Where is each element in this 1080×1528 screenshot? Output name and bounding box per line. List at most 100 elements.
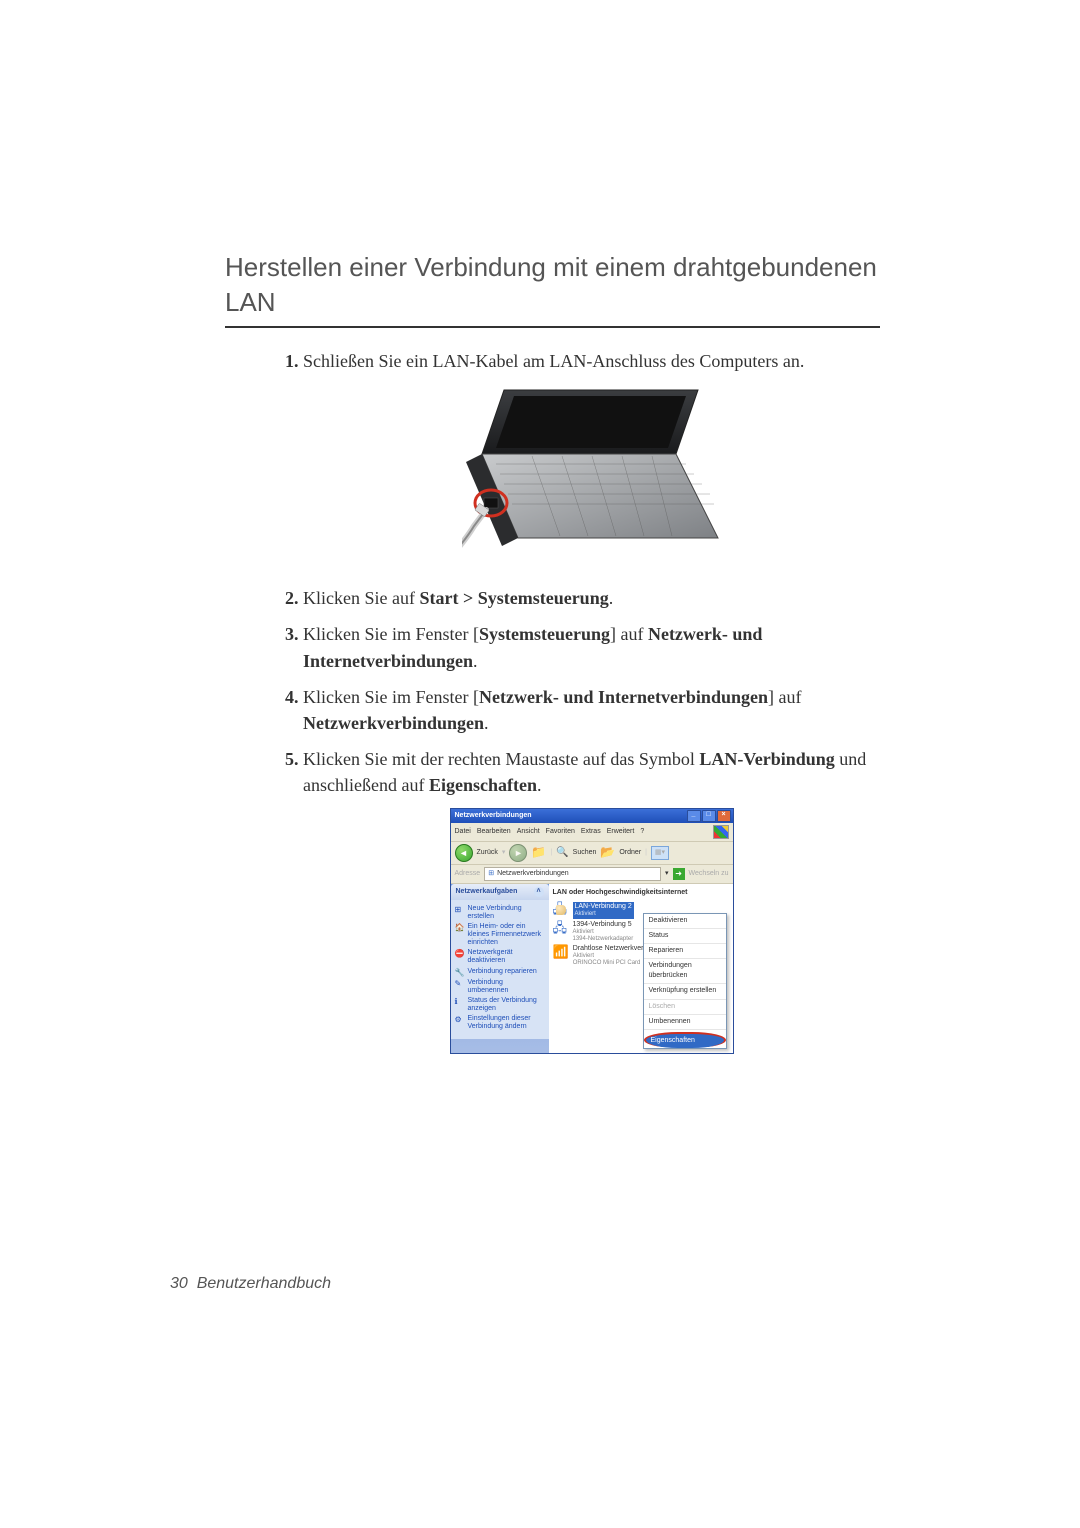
connection-name: LAN-Verbindung 2 xyxy=(575,903,632,911)
sidebar-link-label: Ein Heim- oder ein kleines Firmennetzwer… xyxy=(468,923,545,947)
go-button[interactable]: ➜ xyxy=(673,868,685,880)
step-5-text-a: Klicken Sie mit der rechten Maustaste au… xyxy=(303,749,699,769)
sidebar-title: Netzwerkaufgaben xyxy=(456,887,518,897)
menu-edit[interactable]: Bearbeiten xyxy=(477,827,511,837)
heading-rule xyxy=(225,326,880,328)
status-icon: ℹ xyxy=(455,997,465,1006)
window-title: Netzwerkverbindungen xyxy=(455,811,532,821)
network-icon: ⊞ xyxy=(488,869,494,879)
step-2-bold: Start > Systemsteuerung xyxy=(419,588,608,608)
address-label: Adresse xyxy=(455,869,481,879)
home-network-icon: 🏠 xyxy=(455,923,465,932)
settings-icon: ⚙ xyxy=(455,1015,465,1024)
back-button[interactable]: ◄ xyxy=(455,844,473,862)
sidebar-link-new-connection[interactable]: ⊞Neue Verbindung erstellen xyxy=(455,905,545,921)
step-4-text-a: Klicken Sie im Fenster [ xyxy=(303,687,479,707)
step-1: Schließen Sie ein LAN-Kabel am LAN-Ansch… xyxy=(303,348,880,565)
close-button[interactable]: × xyxy=(717,810,731,822)
step-3-bold-1: Systemsteuerung xyxy=(479,624,610,644)
context-repair[interactable]: Reparieren xyxy=(644,944,726,959)
connection-status: Aktiviert xyxy=(573,929,634,936)
address-value: Netzwerkverbindungen xyxy=(497,869,569,879)
search-label[interactable]: Suchen xyxy=(573,848,597,858)
context-bridge[interactable]: Verbindungen überbrücken xyxy=(644,959,726,984)
go-label: Wechseln zu xyxy=(689,869,729,879)
menu-extras[interactable]: Extras xyxy=(581,827,601,837)
context-menu: Deaktivieren Status Reparieren Verbindun… xyxy=(643,913,727,1049)
context-properties[interactable]: Eigenschaften xyxy=(644,1032,726,1048)
sidebar-link-rename[interactable]: ✎Verbindung umbenennen xyxy=(455,979,545,995)
firewire-connection-icon: 🖧 xyxy=(553,921,569,934)
lan-connection-icon: 🖧 xyxy=(553,902,569,915)
menu-file[interactable]: Datei xyxy=(455,827,471,837)
up-button[interactable]: 📁 xyxy=(531,844,546,861)
sidebar-link-label: Netzwerkgerät deaktivieren xyxy=(468,949,545,965)
disable-icon: ⛔ xyxy=(455,949,465,958)
maximize-button[interactable]: □ xyxy=(702,810,716,822)
folders-label[interactable]: Ordner xyxy=(619,848,641,858)
rename-icon: ✎ xyxy=(455,979,465,988)
window-menubar: Datei Bearbeiten Ansicht Favoriten Extra… xyxy=(451,823,733,842)
laptop-illustration xyxy=(303,388,880,565)
back-label: Zurück xyxy=(477,848,498,858)
window-content: LAN oder Hochgeschwindigkeitsinternet 🖧 … xyxy=(549,884,733,1053)
step-2-text-c: . xyxy=(609,588,614,608)
connection-adapter: 1394-Netzwerkadapter xyxy=(573,936,634,943)
page-number: 30 xyxy=(170,1275,188,1292)
forward-button[interactable]: ► xyxy=(509,844,527,862)
step-4-bold-2: Netzwerkverbindungen xyxy=(303,713,484,733)
search-icon: 🔍 xyxy=(556,846,568,861)
windows-flag-icon xyxy=(713,825,729,839)
sidebar-link-setup-network[interactable]: 🏠Ein Heim- oder ein kleines Firmennetzwe… xyxy=(455,923,545,947)
menu-help[interactable]: ? xyxy=(640,827,644,837)
window-addressbar: Adresse ⊞ Netzwerkverbindungen ▾ ➜ Wechs… xyxy=(451,865,733,884)
views-button[interactable]: ▦▾ xyxy=(651,846,669,860)
window-titlebar[interactable]: Netzwerkverbindungen _ □ × xyxy=(451,809,733,823)
sidebar-panel-body: ⊞Neue Verbindung erstellen 🏠Ein Heim- od… xyxy=(451,900,549,1039)
step-5-bold-2: Eigenschaften xyxy=(429,775,537,795)
sidebar-panel-head[interactable]: Netzwerkaufgaben ˄ xyxy=(451,884,549,900)
section-heading: Herstellen einer Verbindung mit einem dr… xyxy=(225,250,880,320)
folders-icon: 📂 xyxy=(600,844,615,861)
sidebar-link-label: Neue Verbindung erstellen xyxy=(468,905,545,921)
content-section-header: LAN oder Hochgeschwindigkeitsinternet xyxy=(553,888,729,898)
wireless-connection-icon: 📶 xyxy=(553,945,569,958)
sidebar-link-label: Status der Verbindung anzeigen xyxy=(468,997,545,1013)
sidebar-link-settings[interactable]: ⚙Einstellungen dieser Verbindung ändern xyxy=(455,1015,545,1031)
step-4-text-e: . xyxy=(484,713,489,733)
sidebar-link-status[interactable]: ℹStatus der Verbindung anzeigen xyxy=(455,997,545,1013)
chevron-up-icon: ˄ xyxy=(534,887,544,897)
window-sidebar: Netzwerkaufgaben ˄ ⊞Neue Verbindung erst… xyxy=(451,884,549,1053)
step-5: Klicken Sie mit der rechten Maustaste au… xyxy=(303,746,880,1054)
sidebar-link-label: Einstellungen dieser Verbindung ändern xyxy=(468,1015,545,1031)
step-4-bold-1: Netzwerk- und Internetverbindungen xyxy=(479,687,768,707)
context-delete[interactable]: Löschen xyxy=(644,1000,726,1015)
connection-status: Aktiviert xyxy=(575,911,632,918)
step-3: Klicken Sie im Fenster [Systemsteuerung]… xyxy=(303,621,880,673)
menu-advanced[interactable]: Erweitert xyxy=(607,827,635,837)
windows-screenshot: Netzwerkverbindungen _ □ × Datei Bearbei… xyxy=(450,808,734,1054)
step-list: Schließen Sie ein LAN-Kabel am LAN-Ansch… xyxy=(225,348,880,1054)
page-footer: 30 Benutzerhandbuch xyxy=(170,1275,331,1293)
context-deactivate[interactable]: Deaktivieren xyxy=(644,914,726,929)
step-1-text: Schließen Sie ein LAN-Kabel am LAN-Ansch… xyxy=(303,351,804,371)
footer-title: Benutzerhandbuch xyxy=(197,1275,331,1292)
menu-view[interactable]: Ansicht xyxy=(517,827,540,837)
context-status[interactable]: Status xyxy=(644,929,726,944)
step-2-text-a: Klicken Sie auf xyxy=(303,588,419,608)
step-2: Klicken Sie auf Start > Systemsteuerung. xyxy=(303,585,880,611)
connection-name: 1394-Verbindung 5 xyxy=(573,921,634,929)
sidebar-link-repair[interactable]: 🔧Verbindung reparieren xyxy=(455,968,545,977)
menu-favorites[interactable]: Favoriten xyxy=(546,827,575,837)
minimize-button[interactable]: _ xyxy=(687,810,701,822)
window-toolbar: ◄ Zurück ▾ ► 📁 | 🔍 Suchen 📂 Ordner | ▦▾ xyxy=(451,842,733,865)
step-5-text-e: . xyxy=(537,775,542,795)
step-4: Klicken Sie im Fenster [Netzwerk- und In… xyxy=(303,684,880,736)
address-field[interactable]: ⊞ Netzwerkverbindungen xyxy=(484,867,661,881)
context-rename[interactable]: Umbenennen xyxy=(644,1015,726,1030)
context-shortcut[interactable]: Verknüpfung erstellen xyxy=(644,984,726,999)
step-4-text-c: ] auf xyxy=(768,687,801,707)
new-connection-icon: ⊞ xyxy=(455,905,465,914)
step-3-text-e: . xyxy=(473,651,478,671)
sidebar-link-disable-device[interactable]: ⛔Netzwerkgerät deaktivieren xyxy=(455,949,545,965)
